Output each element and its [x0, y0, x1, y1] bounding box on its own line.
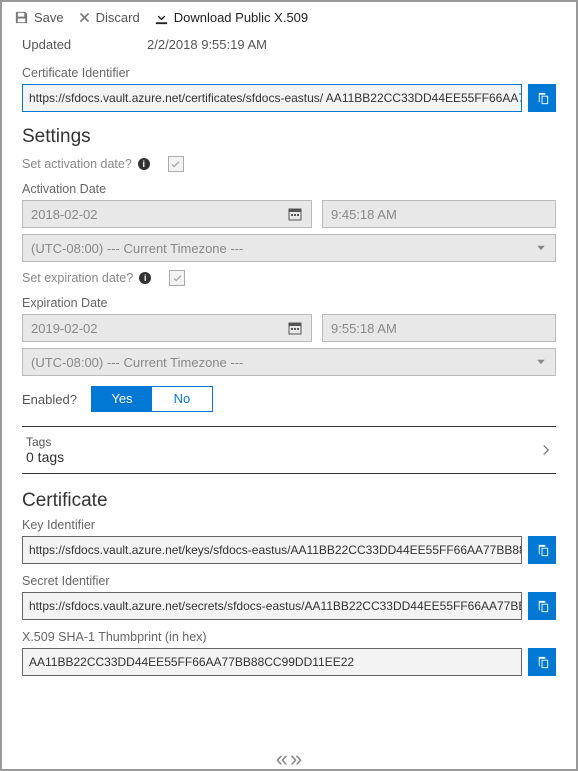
set-expiration-label: Set expiration date?: [22, 271, 133, 285]
expiration-time-input[interactable]: 9:55:18 AM: [322, 314, 556, 342]
content: Updated 2/2/2018 9:55:19 AM Certificate …: [2, 31, 576, 696]
enabled-no[interactable]: No: [152, 387, 212, 411]
expiration-time-value: 9:55:18 AM: [331, 321, 397, 336]
updated-value: 2/2/2018 9:55:19 AM: [147, 37, 267, 52]
download-label: Download Public X.509: [174, 10, 308, 25]
info-icon[interactable]: i: [138, 158, 150, 170]
key-id-input[interactable]: https://sfdocs.vault.azure.net/keys/sfdo…: [22, 536, 522, 564]
scroll-hint: « »: [276, 750, 303, 768]
copy-icon: [535, 91, 550, 106]
enabled-label: Enabled?: [22, 392, 77, 407]
copy-key-id-button[interactable]: [528, 536, 556, 564]
info-icon[interactable]: i: [139, 272, 151, 284]
activation-date-input[interactable]: 2018-02-02: [22, 200, 312, 228]
copy-cert-id-button[interactable]: [528, 84, 556, 112]
activation-tz-value: (UTC-08:00) --- Current Timezone ---: [31, 241, 243, 256]
updated-row: Updated 2/2/2018 9:55:19 AM: [22, 37, 556, 52]
copy-thumbprint-button[interactable]: [528, 648, 556, 676]
close-icon: [78, 11, 91, 24]
chevron-left-double-icon: «: [276, 750, 288, 768]
thumbprint-input[interactable]: AA11BB22CC33DD44EE55FF66AA77BB88CC99DD11…: [22, 648, 522, 676]
secret-id-input[interactable]: https://sfdocs.vault.azure.net/secrets/s…: [22, 592, 522, 620]
copy-icon: [535, 543, 550, 558]
chevron-down-icon: [535, 242, 547, 254]
calendar-icon: [287, 206, 303, 222]
activation-timezone-select[interactable]: (UTC-08:00) --- Current Timezone ---: [22, 234, 556, 262]
updated-label: Updated: [22, 37, 147, 52]
tags-count: 0 tags: [26, 449, 64, 465]
tags-label: Tags: [26, 435, 64, 449]
cert-id-input[interactable]: https://sfdocs.vault.azure.net/certifica…: [22, 84, 522, 112]
set-activation-row: Set activation date? i: [22, 156, 556, 172]
thumbprint-label: X.509 SHA-1 Thumbprint (in hex): [22, 630, 556, 644]
check-icon: [172, 273, 183, 284]
enabled-row: Enabled? Yes No: [22, 386, 556, 412]
save-button[interactable]: Save: [14, 10, 64, 25]
chevron-right-icon: [540, 443, 552, 457]
copy-icon: [535, 655, 550, 670]
set-expiration-checkbox[interactable]: [169, 270, 185, 286]
key-id-label: Key Identifier: [22, 518, 556, 532]
copy-secret-id-button[interactable]: [528, 592, 556, 620]
tags-row[interactable]: Tags 0 tags: [22, 426, 556, 474]
copy-icon: [535, 599, 550, 614]
expiration-date-input[interactable]: 2019-02-02: [22, 314, 312, 342]
expiration-date-value: 2019-02-02: [31, 321, 98, 336]
cert-id-label: Certificate Identifier: [22, 66, 556, 80]
save-icon: [14, 10, 29, 25]
set-expiration-row: Set expiration date? i: [22, 270, 556, 286]
enabled-toggle[interactable]: Yes No: [91, 386, 213, 412]
settings-heading: Settings: [22, 126, 556, 148]
discard-label: Discard: [96, 10, 140, 25]
set-activation-checkbox[interactable]: [168, 156, 184, 172]
enabled-yes[interactable]: Yes: [92, 387, 152, 411]
activation-time-value: 9:45:18 AM: [331, 207, 397, 222]
discard-button[interactable]: Discard: [78, 10, 140, 25]
set-activation-label: Set activation date?: [22, 157, 132, 171]
toolbar: Save Discard Download Public X.509: [2, 2, 576, 31]
activation-date-value: 2018-02-02: [31, 207, 98, 222]
calendar-icon: [287, 320, 303, 336]
activation-date-label: Activation Date: [22, 182, 556, 196]
save-label: Save: [34, 10, 64, 25]
secret-id-label: Secret Identifier: [22, 574, 556, 588]
certificate-heading: Certificate: [22, 490, 556, 512]
download-button[interactable]: Download Public X.509: [154, 10, 308, 25]
activation-time-input[interactable]: 9:45:18 AM: [322, 200, 556, 228]
expiration-timezone-select[interactable]: (UTC-08:00) --- Current Timezone ---: [22, 348, 556, 376]
expiration-date-label: Expiration Date: [22, 296, 556, 310]
chevron-right-double-icon: »: [290, 750, 302, 768]
chevron-down-icon: [535, 356, 547, 368]
expiration-tz-value: (UTC-08:00) --- Current Timezone ---: [31, 355, 243, 370]
download-icon: [154, 10, 169, 25]
check-icon: [170, 159, 181, 170]
